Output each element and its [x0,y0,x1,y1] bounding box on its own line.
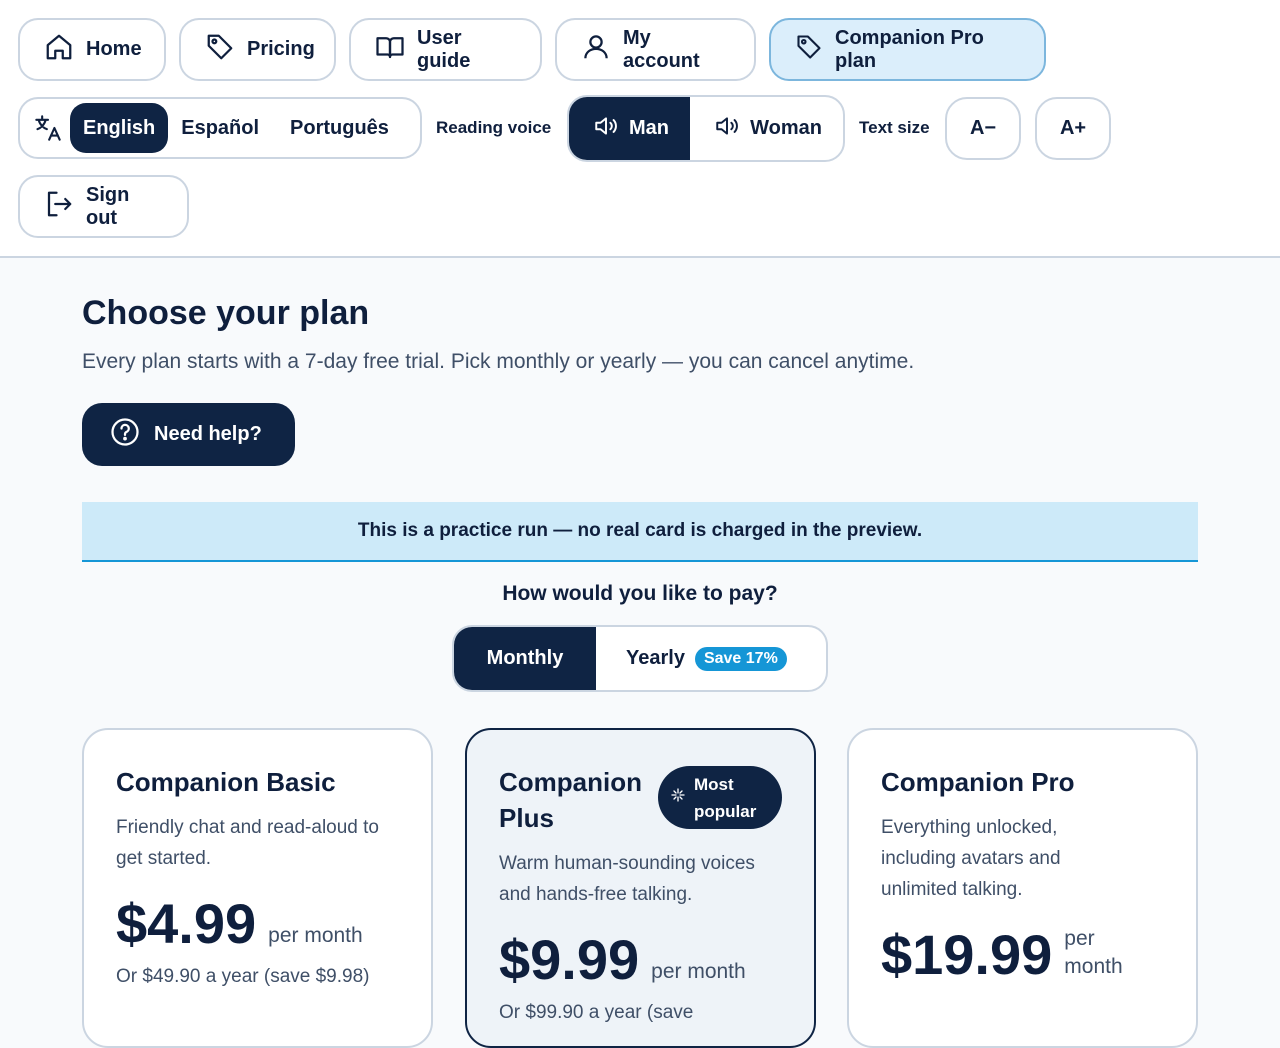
sparkle-icon [670,784,686,811]
plan-period: per month [1064,927,1123,978]
nav-pricing-button[interactable]: Pricing [179,18,336,81]
sign-out-icon [44,189,74,225]
billing-option-yearly-label: Yearly [626,647,685,669]
language-selector: English Español Português [18,97,422,159]
page-title: Choose your plan [82,294,370,332]
plan-name: Companion Basic [116,767,336,797]
billing-period-toggle: Monthly Yearly Save 17% [452,625,828,692]
need-help-button[interactable]: Need help? [82,403,295,466]
nav-my-account-label: My account [623,26,700,72]
plan-price: $4.99 [116,892,257,955]
plan-yearly-note: Or $49.90 a year (save $9.98) [116,966,370,987]
home-icon [44,32,74,68]
billing-option-yearly[interactable]: Yearly Save 17% [596,627,826,690]
plan-price: $19.99 [881,923,1053,986]
voice-option-woman-label: Woman [750,117,822,139]
save-badge: Save 17% [694,646,787,671]
top-navigation: Home Pricing User guide My account Compa… [0,0,1280,258]
text-size-label: Text size [859,118,930,137]
plan-description: Everything unlocked, including avatars a… [881,817,1061,900]
nav-user-guide-button[interactable]: User guide [349,18,542,81]
most-popular-label: Most popular [694,774,757,821]
language-option-portugues[interactable]: Português [272,103,402,153]
nav-pro-plan-label: Companion Pro plan [835,26,984,72]
text-size-increase-button[interactable]: A+ [1035,97,1111,160]
user-icon [581,32,611,68]
nav-home-label: Home [86,38,142,60]
nav-pricing-label: Pricing [247,38,315,60]
plan-price: $9.99 [499,928,640,991]
plan-card-basic[interactable]: Companion Basic Friendly chat and read-a… [82,728,433,1048]
most-popular-badge: Most popular [658,766,782,829]
language-option-english[interactable]: English [70,103,169,153]
plan-period: per month [268,924,363,947]
book-icon [375,32,405,68]
nav-home-button[interactable]: Home [18,18,166,81]
tag-icon [205,32,235,68]
nav-my-account-button[interactable]: My account [555,18,756,81]
tag-icon [795,33,823,67]
voice-option-woman[interactable]: Woman [690,97,843,160]
billing-option-monthly[interactable]: Monthly [454,627,596,690]
plan-yearly-note: Or $99.90 a year (save [499,1002,694,1023]
practice-run-notice: This is a practice run — no real card is… [82,502,1198,562]
plan-card-pro[interactable]: Companion Pro Everything unlocked, inclu… [847,728,1198,1048]
speaker-icon [714,113,740,145]
help-icon [110,417,140,453]
need-help-label: Need help? [154,423,262,445]
plan-description: Warm human-sounding voices and hands-fre… [499,853,755,905]
nav-user-guide-label: User guide [417,26,471,72]
text-size-decrease-button[interactable]: A− [945,97,1021,160]
plan-name: Companion Pro [881,767,1075,797]
plan-card-plus[interactable]: Companion Plus Most popular Warm human-s… [465,728,816,1048]
voice-option-man[interactable]: Man [569,97,691,160]
sign-out-button[interactable]: Sign out [18,175,189,238]
sign-out-label: Sign out [86,183,130,229]
reading-voice-label: Reading voice [436,118,552,137]
voice-option-man-label: Man [629,117,669,139]
plan-period: per month [651,960,746,983]
language-option-espanol[interactable]: Español [168,103,272,153]
speaker-icon [593,113,619,145]
plan-description: Friendly chat and read-aloud to get star… [116,817,379,869]
reading-voice-selector: Man Woman [567,95,845,162]
pay-question: How would you like to pay? [502,582,778,605]
nav-pro-plan-button[interactable]: Companion Pro plan [769,18,1046,81]
plan-name: Companion Plus [499,767,642,833]
translate-icon [34,114,62,142]
page-subtitle: Every plan starts with a 7-day free tria… [82,350,915,373]
